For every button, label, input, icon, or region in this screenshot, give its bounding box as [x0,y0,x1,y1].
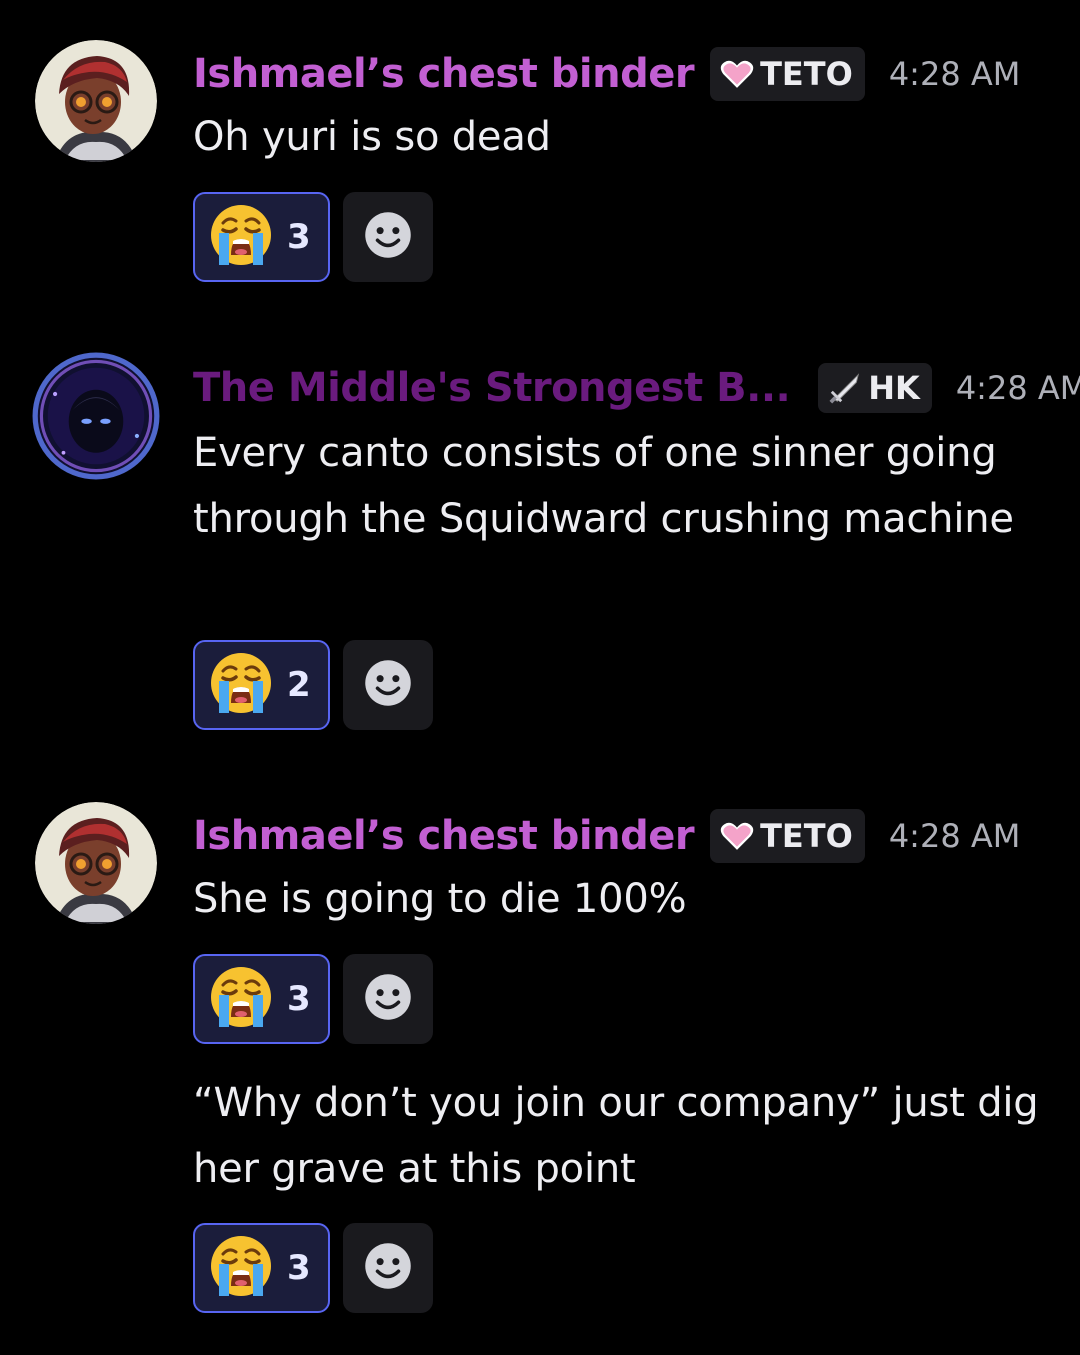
loudly-crying-face-icon [209,1234,273,1302]
server-tag[interactable]: TETO [710,809,865,863]
server-tag-label: TETO [760,817,853,855]
reaction-bar: 2 [193,640,433,730]
pink-heart-icon [720,59,754,89]
smiley-face-icon [360,655,416,715]
pink-heart-icon [720,821,754,851]
reaction-count: 3 [287,979,311,1019]
smiley-face-icon [360,969,416,1029]
message-header: Ishmael’s chest binder TETO 4:28 AM [193,806,1020,866]
timestamp: 4:28 AM [955,369,1080,407]
loudly-crying-face-icon [209,651,273,719]
avatar[interactable] [35,40,157,162]
message-text-followup: “Why don’t you join our company” just di… [193,1080,1039,1192]
reaction-count: 3 [287,1248,311,1288]
add-reaction-button[interactable] [343,954,433,1044]
message-text: Oh yuri is so dead [193,114,551,160]
server-tag[interactable]: HK [818,363,932,413]
reaction-bar: 3 [193,192,433,282]
sword-icon [828,371,862,405]
reaction-button[interactable]: 3 [193,954,330,1044]
message-text: Every canto consists of one sinner going… [193,430,1014,542]
smiley-face-icon [360,207,416,267]
reaction-button[interactable]: 3 [193,1223,330,1313]
username[interactable]: Ishmael’s chest binder [193,51,695,97]
message-text: She is going to die 100% [193,876,687,922]
avatar[interactable] [32,352,160,480]
avatar[interactable] [35,802,157,924]
add-reaction-button[interactable] [343,1223,433,1313]
server-tag[interactable]: TETO [710,47,865,101]
username[interactable]: The Middle's Strongest B... [193,365,791,411]
reaction-bar: 3 [193,954,433,1044]
username[interactable]: Ishmael’s chest binder [193,813,695,859]
reaction-count: 3 [287,217,311,257]
reaction-count: 2 [287,665,311,705]
timestamp: 4:28 AM [888,55,1021,93]
loudly-crying-face-icon [209,965,273,1033]
reaction-button[interactable]: 3 [193,192,330,282]
server-tag-label: TETO [760,55,853,93]
server-tag-label: HK [868,369,920,407]
message-header: Ishmael’s chest binder TETO 4:28 AM [193,44,1020,104]
timestamp: 4:28 AM [888,817,1021,855]
add-reaction-button[interactable] [343,640,433,730]
reaction-bar: 3 [193,1223,433,1313]
reaction-button[interactable]: 2 [193,640,330,730]
loudly-crying-face-icon [209,203,273,271]
smiley-face-icon [360,1238,416,1298]
add-reaction-button[interactable] [343,192,433,282]
message-header: The Middle's Strongest B... HK 4:28 AM [193,358,1080,418]
